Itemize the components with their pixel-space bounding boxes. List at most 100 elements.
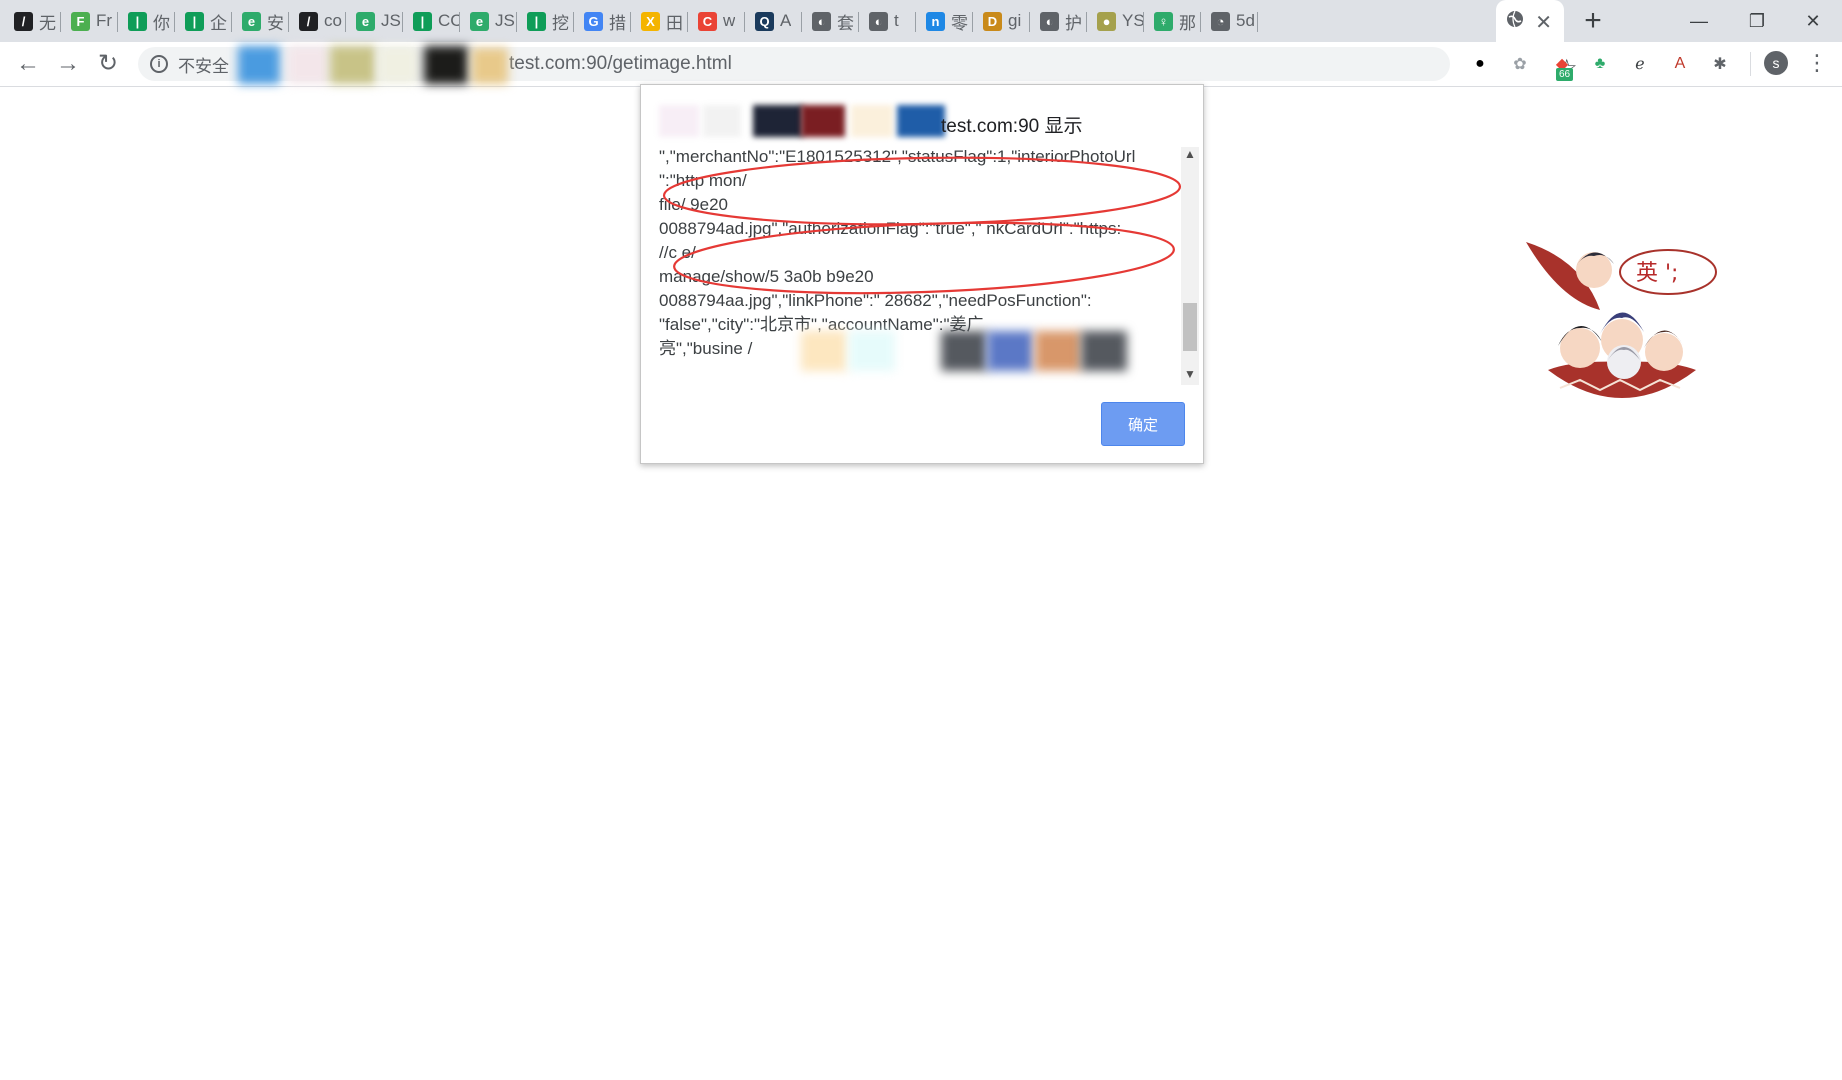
minimize-button[interactable]: — [1670,0,1728,42]
tab-close-icon[interactable]: ✕ [1535,10,1552,35]
tab-favicon-icon: | [527,11,546,31]
tab[interactable]: ◐ 护 [1030,0,1087,42]
tab-favicon-icon: ● [1097,11,1116,31]
puzzle-icon[interactable]: ✿ [1508,52,1532,76]
tab[interactable]: ♀ 那 [1144,0,1201,42]
close-window-button[interactable]: ✕ [1784,0,1842,42]
redaction-blur [849,331,895,371]
tab[interactable]: / co [289,0,346,42]
redaction-blur [987,331,1033,371]
scroll-down-icon[interactable]: ▼ [1181,367,1199,385]
tab[interactable]: ◔ 5d [1201,0,1258,42]
reload-button[interactable]: ↻ [94,50,122,78]
pdf-icon[interactable]: A [1668,52,1692,76]
message-line: 0088794ad.jpg","authorizationFlag":"true… [659,219,1122,238]
tab[interactable]: Dgi [973,0,1030,42]
message-line: ":"http mon/ [659,171,747,190]
tab[interactable]: X田 [631,0,688,42]
back-button[interactable]: ← [14,50,42,78]
tab[interactable]: G措 [574,0,631,42]
tab-label: JS [495,11,515,30]
tab[interactable]: QA [745,0,802,42]
mascot-bubble-text: 英 '; [1636,261,1678,286]
tab-label: t [894,11,899,30]
tab[interactable]: n零 [916,0,973,42]
browser-toolbar: ← → ↻ i 不安全 test.com:90/getimage.html ☆ … [0,42,1842,87]
tab[interactable]: e JS [346,0,403,42]
tab-label: 套 [837,13,854,33]
tab[interactable]: ● YS [1087,0,1144,42]
redaction-blur [801,331,847,371]
security-label[interactable]: 不安全 [178,52,229,77]
tab-label: 无 [39,13,56,33]
mascot-decoration: 英 '; [1520,230,1730,450]
message-scrollbar[interactable]: ▲ ▼ [1181,147,1199,385]
tab[interactable]: | 挖 [517,0,574,42]
restore-button[interactable]: ❐ [1728,0,1786,42]
tab-label: 企 [210,13,227,33]
tab-favicon-icon: ◔ [1211,11,1230,31]
tab-separator [1257,12,1258,32]
url-text[interactable]: test.com:90/getimage.html [509,53,732,75]
tab[interactable]: Cw [688,0,745,42]
globe-icon [1506,10,1524,33]
dialog-title: test.com:90 显示 [941,116,1083,137]
scroll-thumb[interactable] [1183,303,1197,351]
tab-label: CC [438,11,460,30]
tab-label: 安 [267,13,284,33]
active-tab[interactable]: ✕ [1496,0,1564,42]
redaction-blur [703,105,741,137]
tab[interactable]: e安 [232,0,289,42]
redaction-blur [941,331,987,371]
profile-avatar[interactable]: s [1764,51,1788,75]
tab-favicon-icon: F [71,11,90,31]
message-line: file/ 9e20 [659,195,728,214]
redaction-blur [378,46,418,84]
tab-label: YS [1122,11,1144,30]
tab-favicon-icon: ◐ [869,11,888,31]
settings-ext-icon[interactable]: ✱ [1708,52,1732,76]
tab-label: 零 [951,13,968,33]
menu-kebab-icon[interactable]: ⋮ [1806,50,1828,76]
message-line: ","merchantNo":"E1801525312","statusFlag… [659,147,1136,166]
redaction-blur [851,105,893,137]
tab-label: 挖 [552,13,569,33]
tab[interactable]: / 无 [4,0,61,42]
tab-favicon-icon: D [983,11,1002,31]
tab-favicon-icon: e [470,11,489,31]
tab-label: 措 [609,13,626,33]
evernote-icon[interactable]: ♣ [1588,52,1612,76]
toolbar-divider [1750,52,1751,76]
tab[interactable]: F Fr [61,0,118,42]
translate-icon[interactable]: ℯ [1628,52,1652,76]
tab[interactable]: | 企 [175,0,232,42]
tab[interactable]: | 你 [118,0,175,42]
ok-button[interactable]: 确定 [1101,402,1185,446]
tab-label: JS [381,11,401,30]
tab-label: 田 [666,13,683,33]
tab-label: co [324,11,342,30]
scroll-up-icon[interactable]: ▲ [1181,147,1199,165]
tab[interactable]: e JS [460,0,517,42]
new-tab-button[interactable]: + [1578,4,1608,38]
tab-label: w [723,11,736,30]
tab-favicon-icon: e [242,11,261,31]
redaction-blur [1035,331,1081,371]
tab[interactable]: ◐ t [859,0,916,42]
tab-favicon-icon: ♀ [1154,11,1173,31]
tab[interactable]: ◐ 套 [802,0,859,42]
redaction-blur [659,105,699,137]
circle-icon[interactable]: ● [1468,52,1492,76]
redaction-blur [1081,331,1127,371]
redaction-blur [472,48,508,84]
tab-favicon-icon: C [698,11,717,31]
tab-favicon-icon: Q [755,11,774,31]
tab[interactable]: | CC [403,0,460,42]
tab-label: Fr [96,11,113,30]
message-line: 0088794aa.jpg","linkPhone":" 28682","nee… [659,291,1092,310]
tab-favicon-icon: | [413,11,432,31]
alert-dialog: test.com:90 显示 ","merchantNo":"E18015253… [640,84,1204,464]
redaction-blur [897,105,945,137]
info-icon[interactable]: i [150,55,168,73]
forward-button[interactable]: → [54,50,82,78]
